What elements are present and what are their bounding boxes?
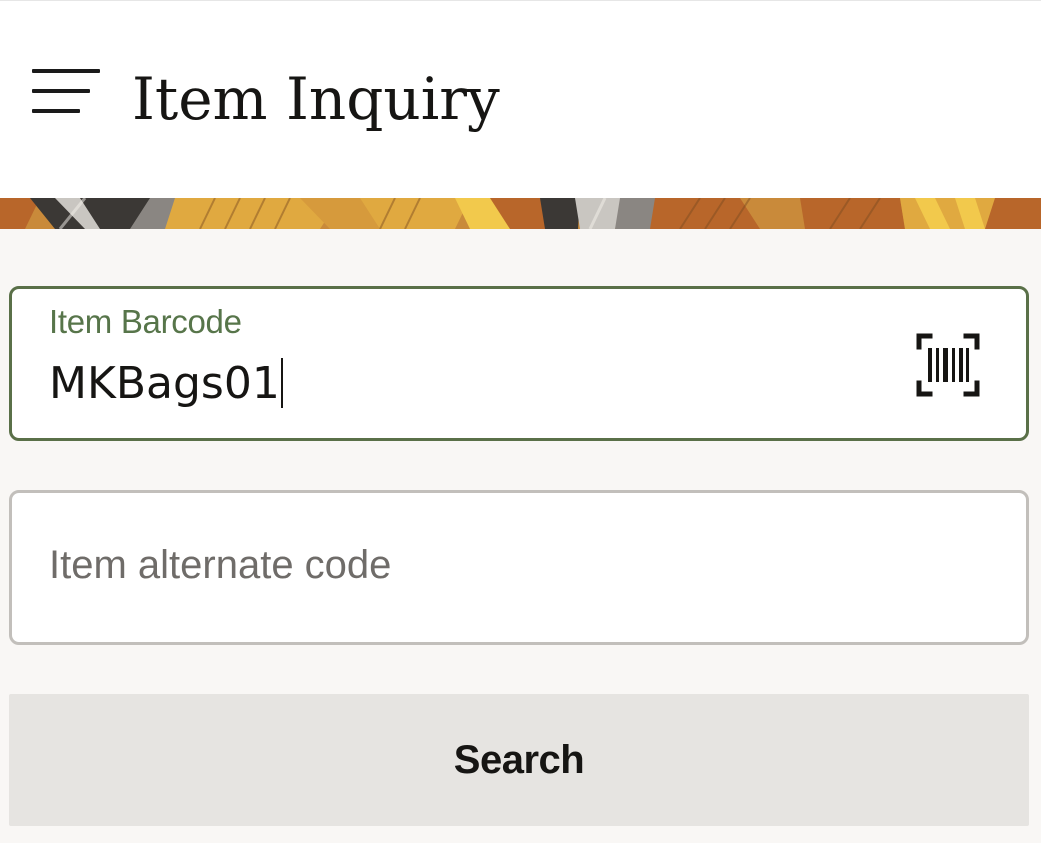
barcode-scan-icon xyxy=(916,333,980,397)
item-barcode-label: Item Barcode xyxy=(49,303,242,340)
banner-pattern xyxy=(0,198,1041,229)
hamburger-menu-icon xyxy=(32,69,100,73)
item-alternate-code-input[interactable] xyxy=(49,535,849,595)
item-barcode-input[interactable]: MKBags01 xyxy=(49,355,283,413)
menu-button[interactable] xyxy=(32,69,100,115)
hamburger-menu-icon-bar xyxy=(32,109,80,113)
item-barcode-value: MKBags01 xyxy=(49,358,280,409)
barcode-scan-button[interactable] xyxy=(916,333,980,397)
decorative-banner xyxy=(0,198,1041,229)
item-barcode-field[interactable]: Item Barcode MKBags01 xyxy=(9,286,1029,441)
item-alternate-code-field[interactable] xyxy=(9,490,1029,645)
page-title: Item Inquiry xyxy=(132,65,500,133)
text-cursor xyxy=(280,358,283,408)
main-content: Item Barcode MKBags01 Item alternate cod… xyxy=(0,229,1041,843)
hamburger-menu-icon-bar xyxy=(32,89,90,93)
search-button[interactable]: Search xyxy=(9,694,1029,826)
app-header: Item Inquiry xyxy=(0,0,1041,198)
